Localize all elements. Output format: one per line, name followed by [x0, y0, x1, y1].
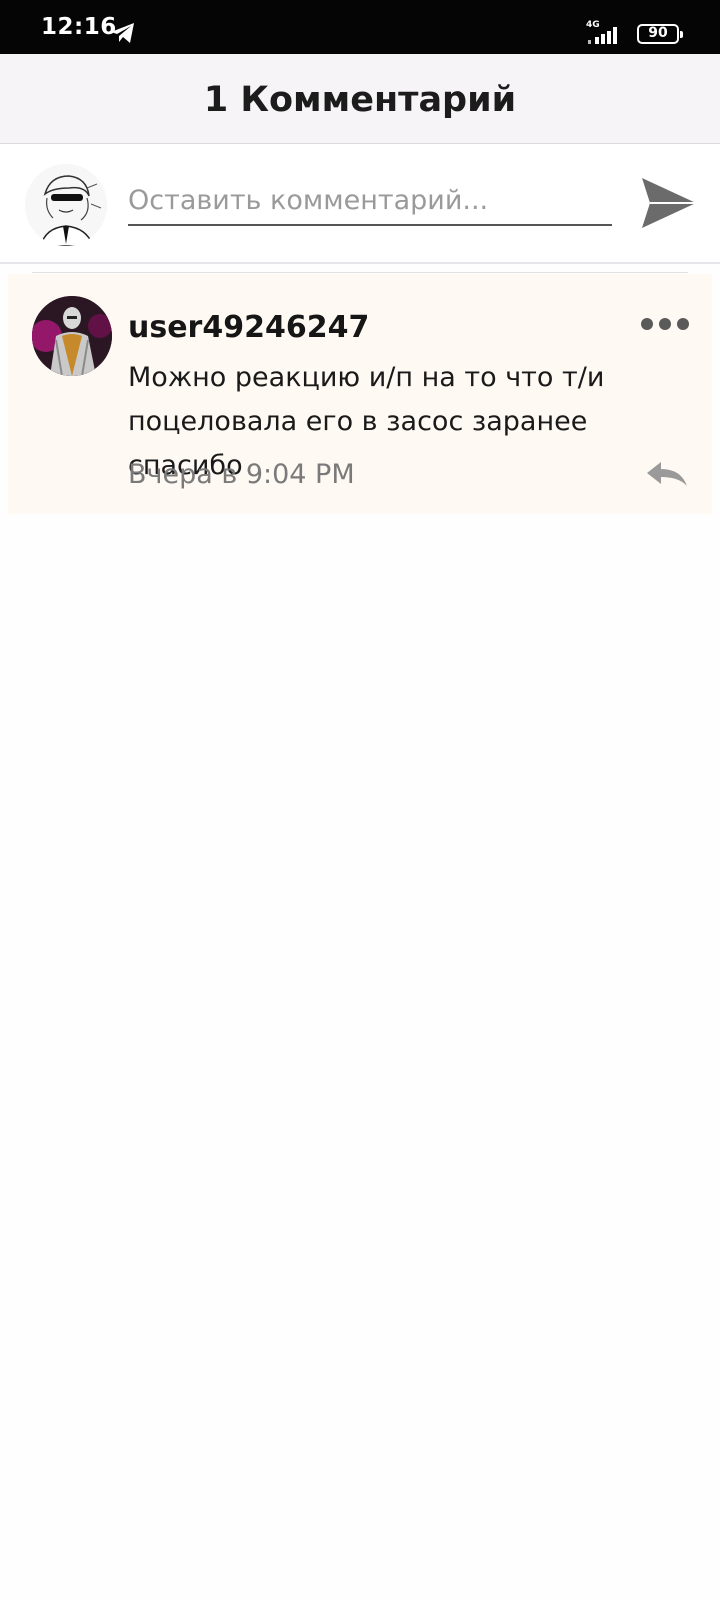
avatar-image	[32, 296, 112, 376]
status-time: 12:16	[41, 14, 117, 40]
more-options-icon[interactable]	[641, 316, 689, 332]
send-icon[interactable]	[640, 176, 698, 230]
comment-item: user49246247 Можно реакцию и/п на то что…	[8, 274, 712, 514]
comment-compose-bar	[0, 144, 720, 264]
telegram-icon	[111, 23, 134, 43]
battery-icon: 90	[637, 24, 683, 44]
comment-input[interactable]	[128, 176, 612, 226]
divider	[32, 272, 688, 273]
comment-timestamp: Вчера в 9:04 PM	[128, 459, 355, 490]
battery-nub	[680, 31, 683, 38]
page-title: 1 Комментарий	[203, 80, 517, 120]
reply-icon[interactable]	[645, 460, 689, 490]
avatar-image	[25, 164, 107, 246]
comment-author-name[interactable]: user49246247	[128, 310, 369, 345]
avatar[interactable]	[25, 164, 107, 246]
status-bar: 12:16 4G 90	[0, 0, 720, 54]
comment-author-avatar[interactable]	[32, 296, 112, 376]
header: 1 Комментарий	[0, 54, 720, 144]
battery-level: 90	[648, 25, 668, 41]
signal-icon: 4G	[586, 20, 617, 44]
network-type-label: 4G	[586, 20, 600, 30]
